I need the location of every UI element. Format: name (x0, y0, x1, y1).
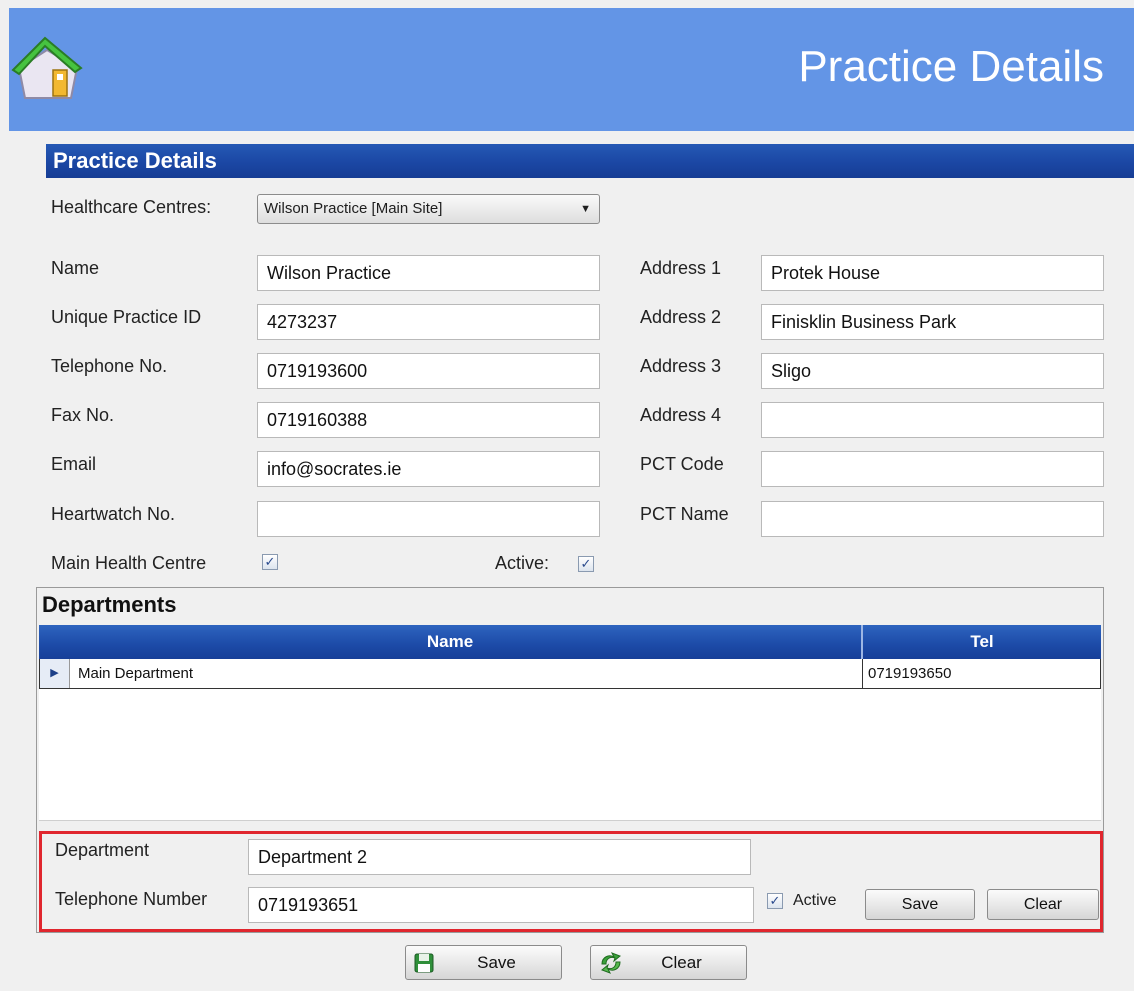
table-row[interactable]: ▶ Main Department 0719193650 (39, 659, 1101, 689)
grid-header: Name Tel (39, 625, 1101, 659)
active-label: Active: (495, 553, 550, 573)
department-save-button[interactable]: Save (865, 889, 975, 920)
check-icon: ✓ (769, 893, 781, 908)
pct-name-input[interactable] (761, 501, 1104, 537)
active-checkbox[interactable]: ✓ (578, 556, 594, 572)
telephone-number-input[interactable]: 0719193651 (248, 887, 754, 923)
house-icon (11, 36, 83, 99)
column-header-tel[interactable]: Tel (863, 625, 1101, 659)
heartwatch-label: Heartwatch No. (51, 504, 176, 524)
save-button-label: Save (477, 953, 516, 972)
departments-title: Departments (42, 592, 177, 617)
department-active-checkbox[interactable]: ✓ (767, 893, 783, 909)
address1-label: Address 1 (640, 258, 722, 278)
department-label: Department (55, 840, 150, 860)
main-health-centre-checkbox[interactable]: ✓ (262, 554, 278, 570)
main-health-centre-label: Main Health Centre (51, 553, 207, 573)
practice-id-input[interactable]: 4273237 (257, 304, 600, 340)
cell-department-tel: 0719193650 (868, 665, 952, 682)
pct-name-label: PCT Name (640, 504, 729, 524)
address2-input[interactable]: Finisklin Business Park (761, 304, 1104, 340)
row-pointer-icon: ▶ (40, 659, 70, 688)
check-icon: ✓ (264, 554, 276, 569)
pct-code-input[interactable] (761, 451, 1104, 487)
address4-input[interactable] (761, 402, 1104, 438)
healthcare-centres-label: Healthcare Centres: (51, 197, 212, 217)
address3-label: Address 3 (640, 356, 722, 376)
fax-input[interactable]: 0719160388 (257, 402, 600, 438)
section-bar: Practice Details (46, 144, 1134, 178)
address4-label: Address 4 (640, 405, 722, 425)
pct-code-label: PCT Code (640, 454, 724, 474)
department-editor: Department Department 2 Telephone Number… (39, 831, 1103, 932)
clear-button[interactable]: Clear (590, 945, 747, 980)
department-active-label: Active (793, 892, 837, 909)
departments-group: Departments Name Tel ▶ Main Department 0… (36, 587, 1104, 933)
telephone-input[interactable]: 0719193600 (257, 353, 600, 389)
chevron-down-icon[interactable]: ▼ (580, 195, 591, 223)
department-clear-button[interactable]: Clear (987, 889, 1099, 920)
telephone-label: Telephone No. (51, 356, 168, 376)
practice-id-label: Unique Practice ID (51, 307, 202, 327)
healthcare-centres-value: Wilson Practice [Main Site] (264, 200, 443, 217)
address1-input[interactable]: Protek House (761, 255, 1104, 291)
email-input[interactable]: info@socrates.ie (257, 451, 600, 487)
heartwatch-input[interactable] (257, 501, 600, 537)
email-label: Email (51, 454, 97, 474)
cell-divider (862, 659, 863, 688)
address3-input[interactable]: Sligo (761, 353, 1104, 389)
name-input[interactable]: Wilson Practice (257, 255, 600, 291)
departments-grid: Name Tel ▶ Main Department 0719193650 (39, 625, 1101, 821)
page-title: Practice Details (798, 42, 1104, 91)
fax-label: Fax No. (51, 405, 115, 425)
check-icon: ✓ (580, 556, 592, 571)
telephone-number-label: Telephone Number (55, 889, 208, 909)
column-header-name[interactable]: Name (39, 625, 861, 659)
healthcare-centres-select[interactable]: Wilson Practice [Main Site] ▼ (257, 194, 600, 224)
page-header: Practice Details (9, 8, 1134, 131)
department-input[interactable]: Department 2 (248, 839, 751, 875)
address2-label: Address 2 (640, 307, 722, 327)
section-title: Practice Details (53, 148, 217, 173)
save-button[interactable]: Save (405, 945, 562, 980)
name-label: Name (51, 258, 100, 278)
cell-department-name: Main Department (78, 665, 194, 682)
clear-button-label: Clear (661, 953, 702, 972)
